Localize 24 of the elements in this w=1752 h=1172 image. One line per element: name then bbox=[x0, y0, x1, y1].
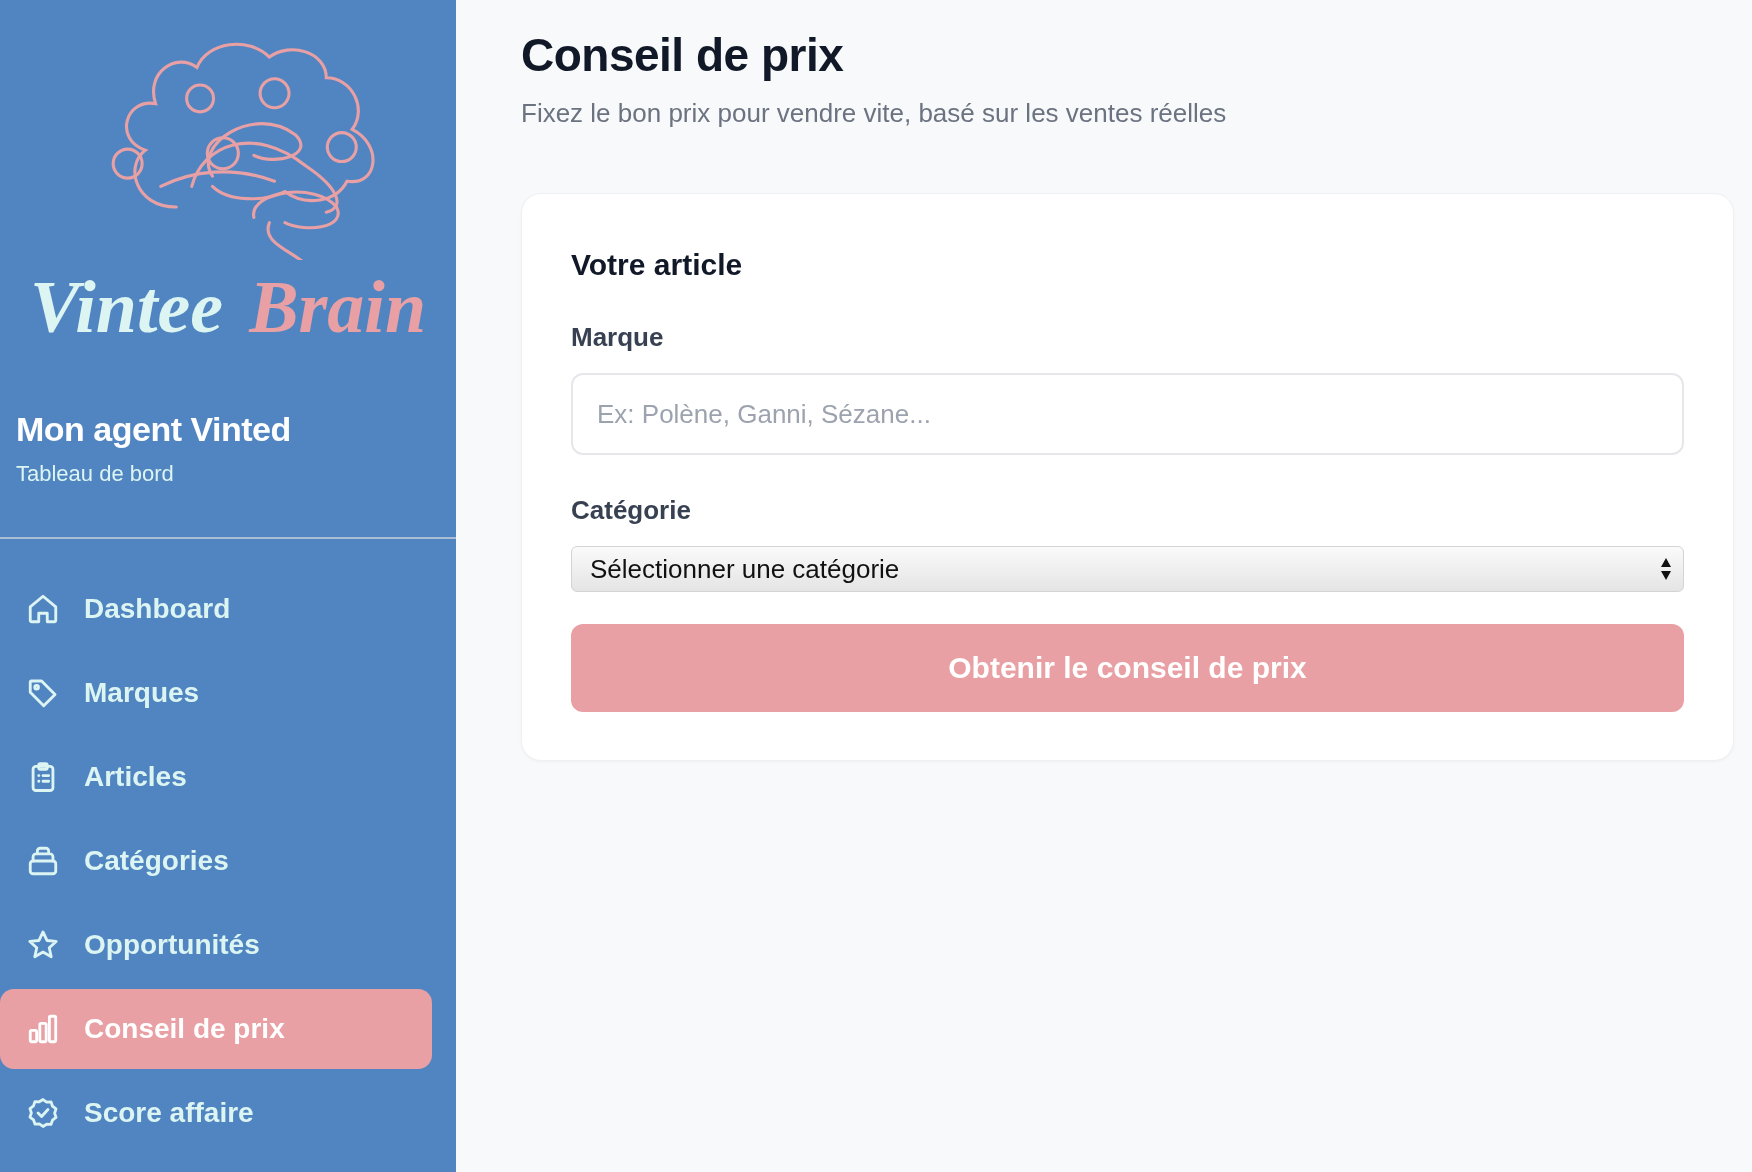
logo-text: Brain bbox=[249, 270, 427, 344]
check-badge-icon bbox=[26, 1096, 60, 1130]
tray-icon bbox=[26, 844, 60, 878]
app-title: Mon agent Vinted bbox=[16, 410, 292, 449]
card-title: Votre article bbox=[571, 248, 743, 282]
category-select[interactable]: Sélectionner une catégorie bbox=[571, 546, 1684, 592]
nav-item[interactable]: Conseil de prix bbox=[0, 989, 432, 1069]
nav-item[interactable]: Articles bbox=[0, 737, 432, 817]
nav-item[interactable]: Score affaire bbox=[0, 1073, 432, 1153]
logo-text: Vintee bbox=[29, 270, 224, 344]
field-label: Catégorie bbox=[571, 495, 691, 526]
bar-chart-icon bbox=[26, 1012, 60, 1046]
submit-button[interactable]: Obtenir le conseil de prix bbox=[571, 624, 1684, 712]
house-icon bbox=[26, 592, 60, 626]
page-subtitle: Fixez le bon prix pour vendre vite, basé sur les ventes réelles bbox=[521, 98, 1227, 129]
brand-input-field[interactable]: Ex: Polène, Ganni, Sézane... bbox=[571, 373, 1684, 455]
nav-item[interactable]: Opportunités bbox=[0, 905, 432, 985]
nav-item[interactable]: Dashboard bbox=[0, 569, 432, 649]
page-title: Conseil de prix bbox=[521, 28, 844, 82]
app-subtitle: Tableau de bord bbox=[16, 461, 175, 487]
nav-item[interactable]: Marques bbox=[0, 653, 432, 733]
nav-item[interactable]: Catégories bbox=[0, 821, 432, 901]
up-down-arrows-icon bbox=[1659, 556, 1673, 582]
field-label: Marque bbox=[571, 322, 664, 353]
